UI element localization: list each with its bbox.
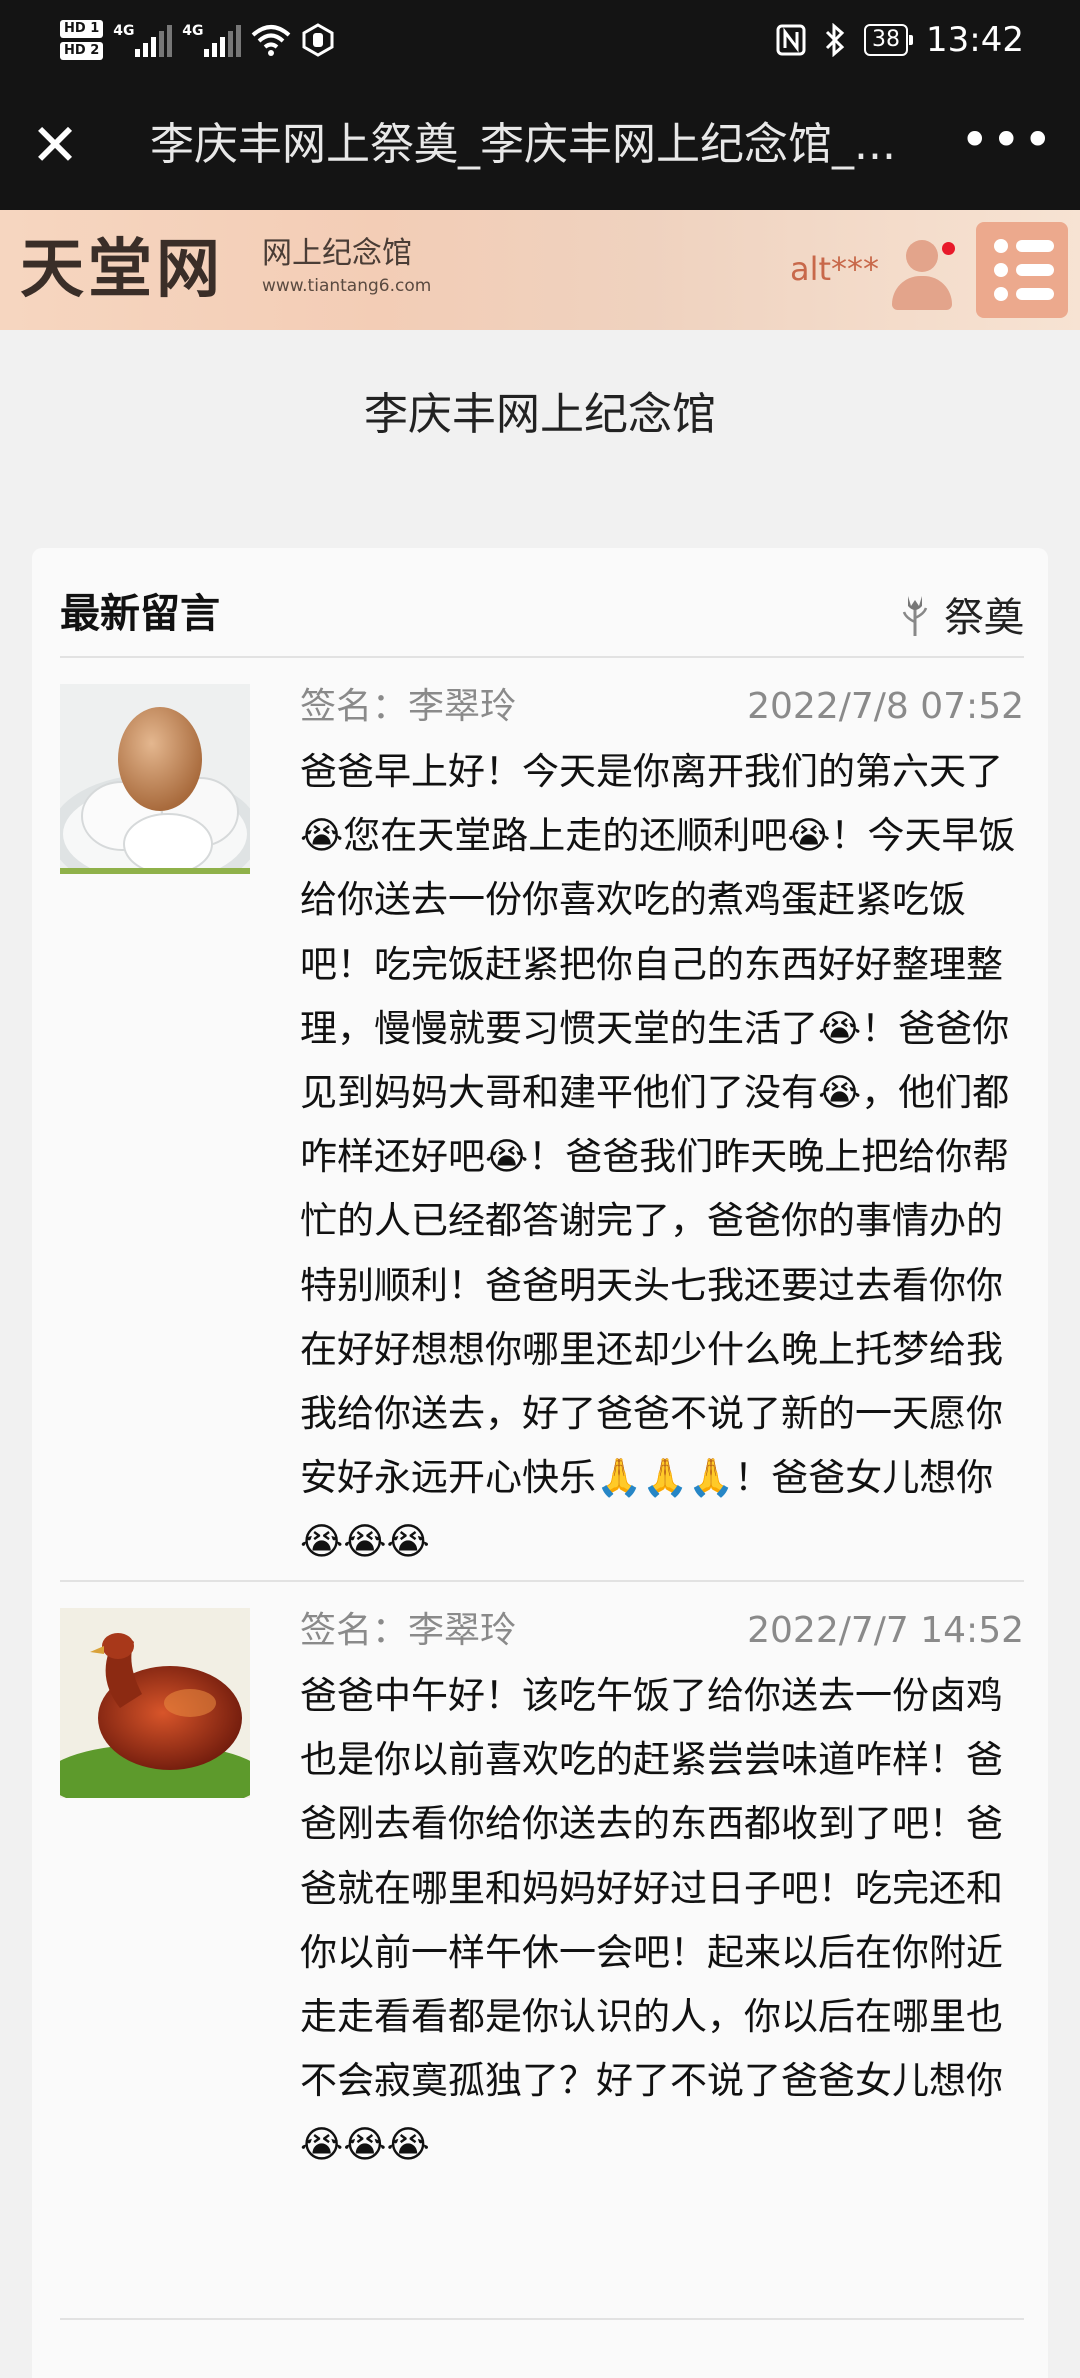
hd2-badge: HD 2 [60, 42, 104, 60]
card-title: 最新留言 [60, 591, 220, 637]
message-meta: 签名：李翠玲 2022/7/7 14:52 [300, 1606, 1024, 1656]
notification-dot [942, 242, 955, 255]
message-item: 签名：李翠玲 2022/7/7 14:52 爸爸中午好！该吃午饭了给你送去一份卤… [60, 1582, 1024, 2320]
flower-icon [902, 596, 928, 636]
bluetooth-icon [825, 23, 845, 57]
message-signature: 签名：李翠玲 [300, 686, 517, 727]
memorial-label: 祭奠 [944, 595, 1024, 641]
message-signature: 签名：李翠玲 [300, 1610, 517, 1651]
status-left: HD 1 HD 2 4G 4G [60, 10, 335, 70]
message-avatar-chicken [60, 1608, 250, 1798]
username-link[interactable]: alt*** [790, 244, 879, 294]
message-text: 爸爸中午好！该吃午饭了给你送去一份卤鸡也是你以前喜欢吃的赶紧尝尝味道咋样！爸爸刚… [300, 1674, 1003, 2167]
message-item: 签名：李翠玲 2022/7/8 07:52 爸爸早上好！今天是你离开我们的第六天… [60, 658, 1024, 1582]
menu-icon[interactable] [976, 222, 1068, 318]
user-avatar-icon[interactable] [886, 228, 956, 318]
messages-card: 最新留言 祭奠 签名：李翠玲 2022/7/8 07:52 爸爸早上好！今天是你… [32, 548, 1048, 2378]
logo-subtitle: 网上纪念馆 [262, 236, 412, 271]
browser-title-bar: ✕ 李庆丰网上祭奠_李庆丰网上纪念馆_... ••• [0, 80, 1080, 210]
page-title: 李庆丰网上纪念馆 [364, 389, 716, 440]
status-bar: HD 1 HD 2 4G 4G 38 13:42 [0, 0, 1080, 80]
signal-1-icon: 4G [113, 23, 173, 57]
more-options-icon[interactable]: ••• [960, 110, 1052, 180]
memorial-button[interactable]: 祭奠 [900, 584, 1024, 644]
wifi-icon [251, 25, 291, 56]
card-header: 最新留言 祭奠 [60, 572, 1024, 658]
network-2-label: 4G [182, 23, 204, 39]
hd1-badge: HD 1 [60, 20, 104, 38]
close-icon[interactable]: ✕ [20, 110, 90, 180]
hd-indicators: HD 1 HD 2 [60, 20, 104, 60]
message-time: 2022/7/7 14:52 [747, 1610, 1024, 1651]
message-text: 爸爸早上好！今天是你离开我们的第六天了😭您在天堂路上走的还顺利吧😭！今天早饭给你… [300, 750, 1016, 1564]
network-1-label: 4G [113, 23, 135, 39]
hand-icon [302, 23, 334, 57]
battery-icon: 38 [864, 24, 914, 56]
page-tab-title: 李庆丰网上祭奠_李庆丰网上纪念馆_... [150, 119, 896, 170]
logo-url: www.tiantang6.com [262, 276, 432, 296]
nfc-icon [776, 24, 806, 56]
clock: 13:42 [926, 20, 1024, 60]
signal-2-icon: 4G [182, 23, 242, 57]
site-logo[interactable]: 天堂网 [20, 228, 224, 312]
status-right: 38 13:42 [776, 0, 1024, 80]
site-header: 天堂网 网上纪念馆 www.tiantang6.com alt*** [0, 210, 1080, 330]
message-meta: 签名：李翠玲 2022/7/8 07:52 [300, 682, 1024, 732]
message-time: 2022/7/8 07:52 [747, 686, 1024, 727]
message-avatar-eggs [60, 684, 250, 874]
